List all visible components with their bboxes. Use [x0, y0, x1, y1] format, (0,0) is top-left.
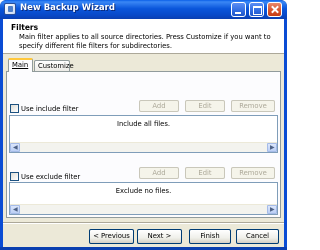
window-frame-right — [284, 19, 287, 250]
exclude-filter-list-text: Exclude no files. — [115, 187, 172, 195]
footer-divider — [3, 222, 284, 224]
exclude-remove-button[interactable]: Remove — [231, 167, 275, 179]
include-remove-button[interactable]: Remove — [231, 100, 275, 112]
include-filter-checkbox[interactable] — [10, 104, 19, 113]
include-filter-list-text: Include all files. — [116, 120, 171, 128]
title-bar[interactable]: New Backup Wizard — [0, 0, 287, 19]
exclude-filter-label: Use exclude filter — [21, 173, 81, 181]
include-add-button[interactable]: Add — [139, 100, 179, 112]
backup-wizard-icon — [4, 3, 16, 15]
tab-customize[interactable]: Customize — [34, 60, 74, 71]
include-filter-hscrollbar[interactable]: ◀ ▶ — [10, 142, 277, 152]
finish-button[interactable]: Finish — [189, 229, 231, 244]
page-title: Filters — [11, 23, 39, 32]
exclude-filter-list[interactable]: Exclude no files. ◀ ▶ — [9, 182, 278, 215]
exclude-filter-checkbox[interactable] — [10, 172, 19, 181]
maximize-icon[interactable] — [249, 2, 264, 17]
tab-main[interactable]: Main — [8, 58, 33, 72]
wizard-window: New Backup Wizard Filters Main filter ap… — [0, 0, 287, 250]
exclude-add-button[interactable]: Add — [139, 167, 179, 179]
scroll-right-icon[interactable]: ▶ — [267, 143, 277, 152]
window-title: New Backup Wizard — [20, 3, 115, 13]
tab-panel-main: Use include filter Add Edit Remove Inclu… — [6, 71, 281, 218]
include-filter-list[interactable]: Include all files. ◀ ▶ — [9, 115, 278, 153]
wizard-body: Filters Main filter applies to all sourc… — [3, 19, 284, 247]
wizard-header: Filters Main filter applies to all sourc… — [3, 19, 284, 54]
previous-button[interactable]: < Previous — [89, 229, 134, 244]
scroll-right-icon[interactable]: ▶ — [267, 205, 277, 214]
scroll-left-icon[interactable]: ◀ — [10, 205, 20, 214]
page-description: Main filter applies to all source direct… — [19, 33, 271, 50]
include-edit-button[interactable]: Edit — [185, 100, 225, 112]
cancel-button[interactable]: Cancel — [236, 229, 279, 244]
exclude-filter-hscrollbar[interactable]: ◀ ▶ — [10, 204, 277, 214]
exclude-edit-button[interactable]: Edit — [185, 167, 225, 179]
scroll-left-icon[interactable]: ◀ — [10, 143, 20, 152]
minimize-icon[interactable] — [231, 2, 246, 17]
include-filter-label: Use include filter — [21, 105, 79, 113]
close-icon[interactable] — [267, 2, 282, 17]
next-button[interactable]: Next > — [137, 229, 182, 244]
